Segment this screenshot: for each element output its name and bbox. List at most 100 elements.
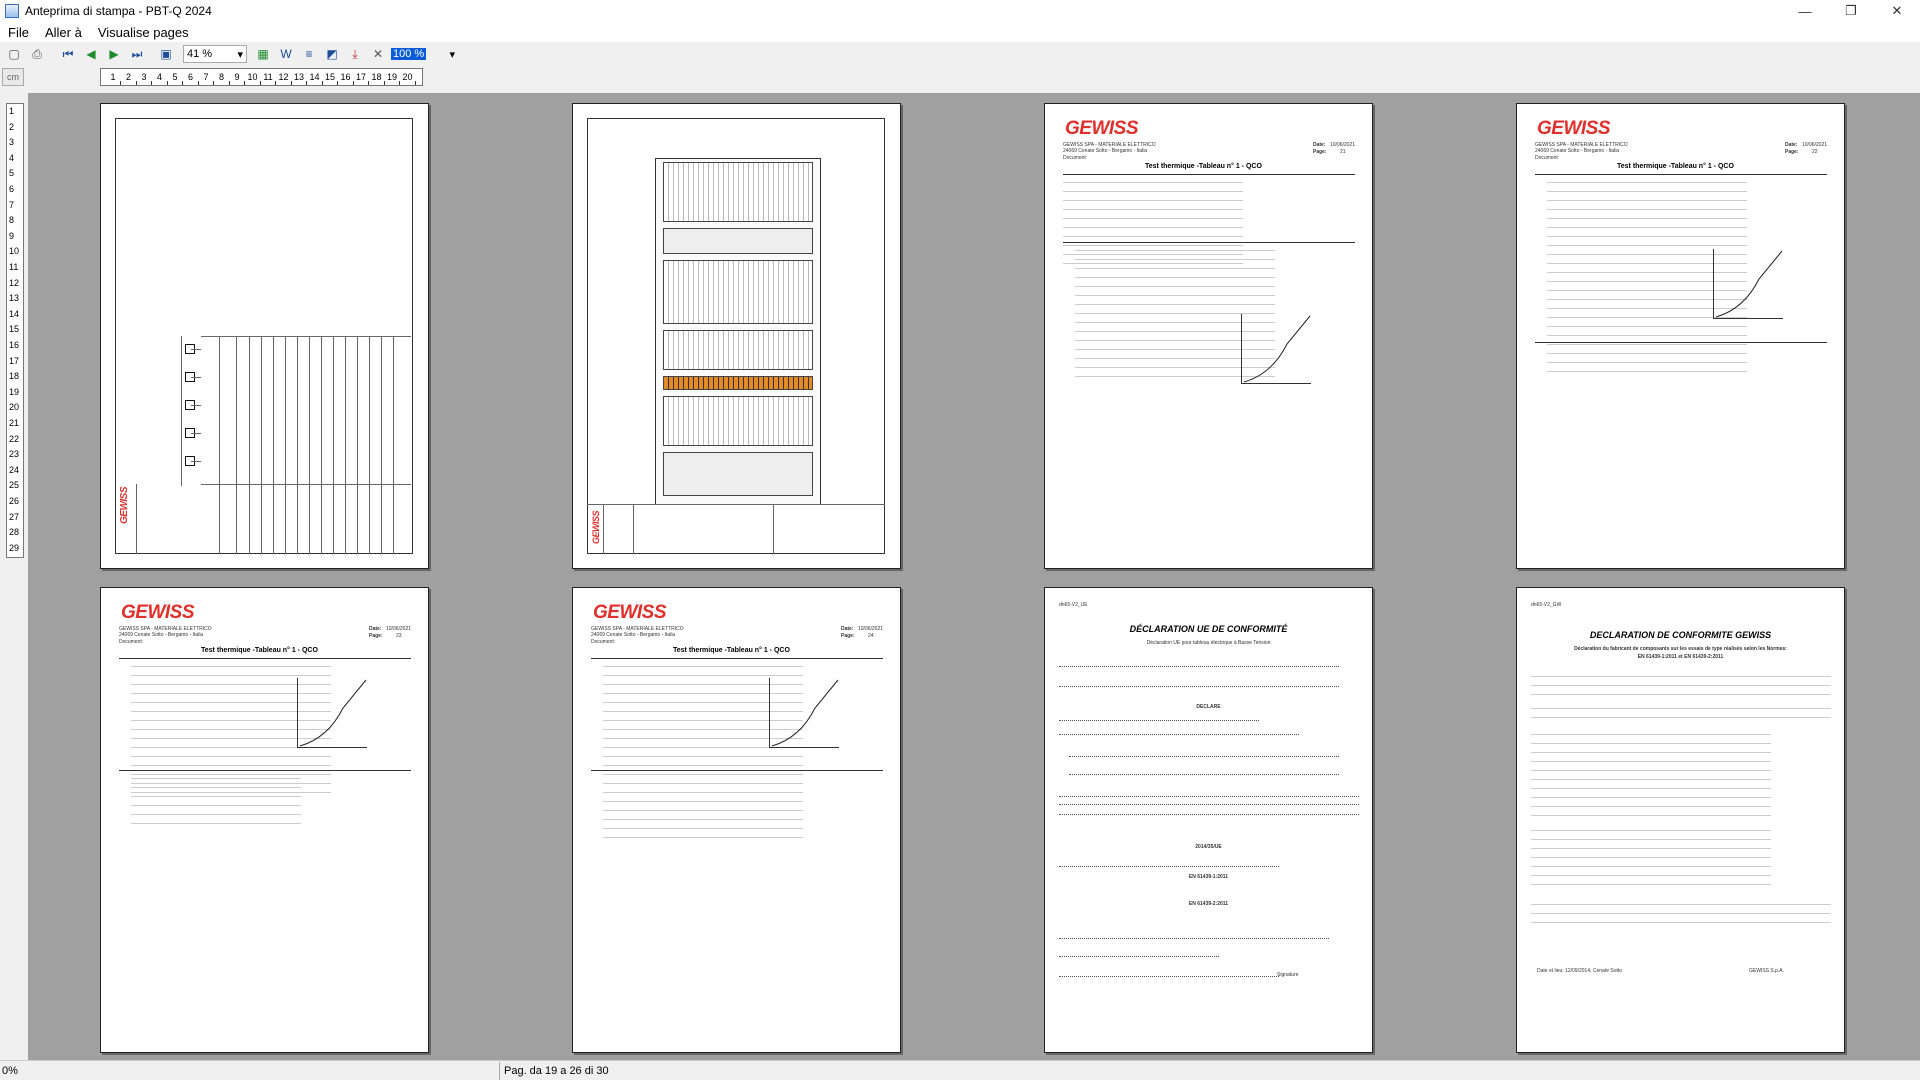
zoom-percent-select[interactable]: 100 % ▾ xyxy=(391,45,455,63)
ruler-tick-mark xyxy=(306,81,307,85)
unit-button[interactable]: cm xyxy=(2,68,24,86)
ruler-tick-label: 8 xyxy=(218,72,225,82)
panel-module xyxy=(663,376,813,390)
menu-file[interactable]: File xyxy=(0,25,37,40)
word-icon[interactable]: W xyxy=(276,44,296,64)
ruler-tick-label: 18 xyxy=(9,371,20,382)
menu-goto[interactable]: Aller à xyxy=(37,25,90,40)
gewiss-logo: GEWISS xyxy=(1537,118,1611,139)
ruler-tick-label: 4 xyxy=(156,72,163,82)
ruler-tick-label: 10 xyxy=(9,246,20,257)
ruler-tick-mark xyxy=(337,81,338,85)
page-title: Test thermique -Tableau n° 1 - QCO xyxy=(673,647,790,654)
status-bar: 0% Pag. da 19 a 26 di 30 xyxy=(0,1060,1920,1080)
chevron-down-icon: ▾ xyxy=(237,48,243,61)
ruler-tick-label: 2 xyxy=(125,72,132,82)
ruler-tick-label: 20 xyxy=(9,402,20,413)
preview-page-2[interactable]: GEWISS xyxy=(572,103,901,569)
panel-module xyxy=(663,452,813,496)
ruler-tick-label: 9 xyxy=(234,72,240,82)
preview-canvas[interactable]: GEWISS GEWISS GEWISS GEWISS SPA - MATERI… xyxy=(28,93,1920,1060)
ruler-tick-label: 16 xyxy=(9,340,20,350)
next-page-icon[interactable]: ▶ xyxy=(104,44,124,64)
ruler-tick-label: 1 xyxy=(9,106,15,116)
preview-page-5[interactable]: GEWISS GEWISS SPA - MATERIALE ELETTRICO … xyxy=(100,587,429,1053)
ruler-tick-label: 16 xyxy=(340,72,351,82)
menu-view-pages[interactable]: Visualise pages xyxy=(90,25,197,40)
pdf-icon[interactable]: ⤓ xyxy=(345,44,365,64)
ruler-tick-label: 13 xyxy=(9,293,20,304)
ruler-tick-label: 12 xyxy=(9,277,20,288)
preview-page-8[interactable]: dn65-V2_GW DECLARATION DE CONFORMITE GEW… xyxy=(1516,587,1845,1053)
pdf-image-icon[interactable]: ◩ xyxy=(322,44,342,64)
preview-page-3[interactable]: GEWISS GEWISS SPA - MATERIALE ELETTRICO … xyxy=(1044,103,1373,569)
chevron-down-icon: ▾ xyxy=(449,48,455,61)
preview-page-7[interactable]: dn65-V2_UE DÉCLARATION UE DE CONFORMITÉ … xyxy=(1044,587,1373,1053)
first-page-icon[interactable]: ⏮ xyxy=(58,44,78,64)
panel-module xyxy=(663,330,813,370)
excel-icon[interactable]: ▦ xyxy=(253,44,273,64)
text-icon[interactable]: ≡ xyxy=(299,44,319,64)
ruler-tick-mark xyxy=(166,81,168,85)
maximize-button[interactable]: ❐ xyxy=(1828,0,1874,22)
ruler-tick-label: 7 xyxy=(203,72,209,82)
ruler-tick-label: 25 xyxy=(9,480,20,491)
panel-module xyxy=(663,228,813,254)
preview-page-6[interactable]: GEWISS GEWISS SPA - MATERIALE ELETTRICO … xyxy=(572,587,901,1053)
ruler-tick-label: 6 xyxy=(187,72,194,82)
ruler-row: cm 1 2 3 4 5 6 7 8 9 10 11 12 13 14 15 16 17 18 19 20 xyxy=(0,66,1920,88)
ruler-tick-label: 5 xyxy=(9,168,15,179)
save-icon[interactable]: ▣ xyxy=(156,44,176,64)
ruler-tick-mark xyxy=(259,81,261,85)
ruler-tick-label: 6 xyxy=(9,184,15,194)
horizontal-ruler: 1 2 3 4 5 6 7 8 9 10 11 12 13 14 15 16 17 18 19 20 xyxy=(100,68,423,86)
ruler-tick-mark xyxy=(120,81,121,85)
ruler-tick-label: 20 xyxy=(402,72,413,82)
ruler-tick-mark xyxy=(244,81,245,85)
ruler-tick-mark xyxy=(151,81,152,85)
preview-page-1[interactable]: GEWISS xyxy=(100,103,429,569)
app-icon xyxy=(5,4,19,18)
minimize-button[interactable]: — xyxy=(1782,0,1828,22)
new-icon[interactable]: ▢ xyxy=(4,44,24,64)
ruler-tick-label: 3 xyxy=(9,137,15,148)
close-window-button[interactable]: ✕ xyxy=(1874,0,1920,22)
ruler-tick-label: 4 xyxy=(9,152,15,163)
ruler-tick-label: 29 xyxy=(9,542,20,553)
zoom-value: 41 % xyxy=(187,48,213,60)
temperature-graph xyxy=(769,678,839,748)
ruler-tick-label: 11 xyxy=(9,262,19,272)
gewiss-logo: GEWISS xyxy=(1065,118,1139,139)
preview-page-4[interactable]: GEWISS GEWISS SPA - MATERIALE ELETTRICO … xyxy=(1516,103,1845,569)
ruler-tick-label: 23 xyxy=(9,449,20,460)
ruler-tick-label: 15 xyxy=(9,324,20,335)
ruler-tick-mark xyxy=(383,81,385,85)
ruler-tick-label: 17 xyxy=(9,355,20,366)
ruler-tick-label: 14 xyxy=(9,308,20,319)
temperature-graph xyxy=(297,678,367,748)
print-icon[interactable]: ⎙ xyxy=(27,44,47,64)
ruler-tick-label: 17 xyxy=(355,72,367,82)
ruler-tick-label: 27 xyxy=(9,511,20,522)
ruler-tick-mark xyxy=(182,81,183,85)
declaration-title: DECLARATION DE CONFORMITE GEWISS xyxy=(1589,630,1772,640)
ruler-tick-mark xyxy=(368,81,369,85)
temperature-graph xyxy=(1241,314,1311,384)
ruler-tick-label: 19 xyxy=(386,72,398,82)
temperature-graph xyxy=(1713,249,1783,319)
ruler-tick-label: 26 xyxy=(9,496,20,506)
last-page-icon[interactable]: ⏭ xyxy=(127,44,147,64)
ruler-tick-label: 2 xyxy=(9,121,15,132)
declaration-title: DÉCLARATION UE DE CONFORMITÉ xyxy=(1129,624,1288,634)
page-title: Test thermique -Tableau n° 1 - QCO xyxy=(1145,163,1262,170)
ruler-tick-mark xyxy=(414,81,416,85)
ruler-tick-mark xyxy=(197,81,199,85)
ruler-tick-label: 14 xyxy=(309,72,320,82)
ruler-tick-label: 9 xyxy=(9,230,15,241)
close-icon[interactable]: ✕ xyxy=(368,44,388,64)
panel-module xyxy=(663,162,813,222)
prev-page-icon[interactable]: ◀ xyxy=(81,44,101,64)
zoom-select[interactable]: 41 % ▾ xyxy=(183,45,247,63)
ruler-tick-mark xyxy=(275,81,276,85)
ruler-tick-mark xyxy=(228,81,230,85)
